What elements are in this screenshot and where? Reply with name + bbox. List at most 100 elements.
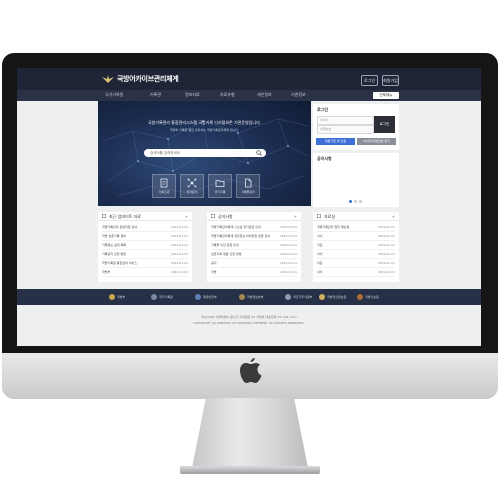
item-title: 서식	[317, 252, 323, 256]
list-item[interactable]: 기록정보 공개 목록 2019.01.01	[102, 241, 188, 250]
item-date: 2019.01.01	[377, 243, 395, 247]
nav-item-4[interactable]: 자료유형	[220, 92, 235, 98]
all-menu-button[interactable]: 전체메뉴	[373, 92, 399, 99]
item-title: 기록정보 공개 목록	[102, 243, 126, 247]
item-title: 서식	[317, 270, 323, 274]
item-date: 2019.01.01	[170, 261, 188, 265]
item-title: 국방	[211, 270, 217, 274]
search-icon[interactable]	[256, 150, 262, 156]
item-date: 2019.01.01	[377, 270, 395, 274]
footer-link-label: 행정안전부	[203, 295, 217, 299]
find-account-button[interactable]: 아이디/비밀번호 찾기	[357, 138, 396, 145]
hero-headline: 국방기록관리 통합관리시스템 국방기록 디지털보존 기관운영입니다.	[147, 120, 262, 125]
password-field[interactable]: 비밀번호	[317, 125, 374, 134]
quick-link-label: 기록조회	[158, 190, 170, 194]
carousel-dot-1[interactable]	[349, 200, 352, 203]
list-item[interactable]: 국방기록원 통합검색 서비스 2019.01.01	[102, 259, 188, 268]
carousel-dot-3[interactable]	[359, 200, 362, 203]
item-date: 2019.01.01	[377, 261, 395, 265]
item-date: 2019.01.01	[170, 243, 188, 247]
network-icon	[187, 178, 197, 188]
footer-links-bar: 국방부 국가기록원 행정안전부 국방정보본부 국군기무사령부 국방전산정보원 국…	[17, 289, 481, 305]
agency-emblem-icon	[357, 294, 363, 300]
item-title: 자료	[317, 243, 323, 247]
item-date: 2019.01.01	[377, 252, 395, 256]
hero-search-input[interactable]: 검색어를 입력하세요	[144, 149, 266, 157]
signup-button[interactable]: 회원가입 및 인증	[316, 138, 355, 145]
main-nav: 국가기록원 기록관 정보자료 자료유형 개인정보 기관정보 전체메뉴	[17, 90, 481, 101]
footer-link-label: 국방정보본부	[247, 295, 264, 299]
login-button[interactable]: 로그인	[374, 116, 395, 133]
nav-item-2[interactable]: 기록관	[150, 92, 161, 98]
item-date: 2019.01.01	[279, 243, 297, 247]
document-icon	[160, 178, 168, 188]
list-item[interactable]: 국방부 2019.01.01	[102, 268, 188, 277]
item-title: 국방기록관리 업무 매뉴얼	[317, 225, 350, 229]
nav-item-5[interactable]: 개인정보	[257, 92, 272, 98]
board-title: 공지사항	[218, 214, 233, 219]
nav-item-1[interactable]: 국가기록원	[105, 92, 123, 98]
archive-icon	[317, 214, 321, 218]
list-item[interactable]: 서식 2019.01.01	[317, 232, 395, 241]
item-title: 국방 보존기록 정비	[102, 234, 126, 238]
item-date: 2019.01.01	[279, 225, 297, 229]
list-item[interactable]: 국방 보존기록 정비 2019.01.01	[102, 232, 188, 241]
item-date: 2019.01.01	[279, 270, 297, 274]
more-button[interactable]: +	[392, 213, 395, 220]
quick-link-1[interactable]: 기록조회	[152, 174, 176, 198]
list-icon	[102, 214, 106, 218]
more-button[interactable]: +	[185, 213, 188, 220]
hero-subline: 국방부 기록을 통합 관리하는 국방기록관리체계 입니다.	[169, 128, 240, 132]
site-header: 국방어카이브관리체계 로그인 회원가입	[17, 68, 481, 90]
header-login-button[interactable]: 로그인	[361, 75, 378, 86]
id-field[interactable]: 아이디	[317, 116, 374, 125]
carousel-dot-2[interactable]	[354, 200, 357, 203]
board-title: 최근 업데이트 자료	[109, 214, 141, 219]
list-item[interactable]: 국방기록관리 운영지침 안내 2019.01.01	[102, 223, 188, 232]
list-item[interactable]: 국방기록관리체계 개인정보 처리방침 변경 안내 2019.01.01	[211, 232, 297, 241]
item-date: 2019.01.01	[279, 252, 297, 256]
login-title: 로그인	[317, 107, 329, 112]
item-date: 2019.01.01	[279, 261, 297, 265]
item-title: 국방부	[102, 270, 111, 274]
quick-link-4[interactable]: 기록물관리	[236, 174, 260, 198]
nav-item-6[interactable]: 기관정보	[291, 92, 306, 98]
site-title[interactable]: 국방어카이브관리체계	[117, 74, 179, 84]
quick-link-label: 전자문서	[186, 190, 198, 194]
list-item[interactable]: 국방 2019.01.01	[211, 268, 297, 277]
list-item[interactable]: 공지 2019.01.01	[211, 259, 297, 268]
list-item[interactable]: 기록물 이관 일정 안내 2019.01.01	[211, 241, 297, 250]
quick-link-2[interactable]: 전자문서	[180, 174, 204, 198]
more-button[interactable]: +	[294, 213, 297, 220]
monitor-stand	[192, 398, 308, 468]
nav-item-3[interactable]: 정보자료	[185, 92, 200, 98]
list-item[interactable]: 국방기록관리 업무 매뉴얼 2019.01.01	[317, 223, 395, 232]
agency-emblem-icon	[285, 294, 291, 300]
item-title: 서식	[317, 234, 323, 238]
footer-address: 우)04383 서울특별시 용산구 이태원로 22 국방부 대표전화 02-74…	[201, 315, 297, 319]
screen: 국방어카이브관리체계 로그인 회원가입 국가기록원 기록관 정보자료 자료유형 …	[17, 68, 481, 346]
item-date: 2019.01.01	[170, 234, 188, 238]
list-item[interactable]: 서식 2019.01.01	[317, 250, 395, 259]
quick-link-3[interactable]: 국가기록	[208, 174, 232, 198]
agency-emblem-icon	[195, 294, 201, 300]
item-date: 2019.01.01	[377, 225, 395, 229]
item-date: 2019.01.01	[170, 225, 188, 229]
item-title: 국방기록관리체계 개인정보 처리방침 변경 안내	[211, 234, 271, 238]
file-icon	[245, 178, 252, 188]
item-title: 국방기록관리체계 시스템 정기점검 안내	[211, 225, 261, 229]
list-item[interactable]: 서식 2019.01.01	[317, 268, 395, 277]
header-signup-button[interactable]: 회원가입	[382, 75, 399, 86]
list-item[interactable]: 기록관리 관련 법령 2019.01.01	[102, 250, 188, 259]
list-item[interactable]: 보존기록 열람 신청 방법 2019.01.01	[211, 250, 297, 259]
footer-link-label: 국방홍보원	[365, 295, 379, 299]
list-item[interactable]: 국방기록관리체계 시스템 정기점검 안내 2019.01.01	[211, 223, 297, 232]
board-archive: 자료실 + 국방기록관리 업무 매뉴얼 2019.01.01 서식 2019.01.…	[313, 212, 399, 282]
list-item[interactable]: 자료 2019.01.01	[317, 241, 395, 250]
agency-emblem-icon	[239, 294, 245, 300]
password-placeholder: 비밀번호	[320, 127, 332, 131]
folder-icon	[215, 180, 225, 187]
hero-banner: 국방기록관리 통합관리시스템 국방기록 디지털보존 기관운영입니다. 국방부 기…	[98, 101, 311, 206]
list-item[interactable]: 자료 2019.01.01	[317, 259, 395, 268]
footer-copyright: COPYRIGHT (C) MINISTRY OF NATIONAL DEFEN…	[193, 321, 305, 325]
